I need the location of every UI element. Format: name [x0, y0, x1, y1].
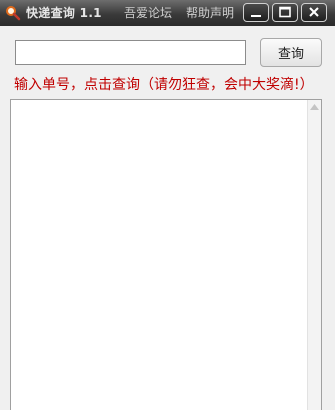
main-panel: 查询 输入单号，点击查询（请勿狂查，会中大奖滴!） — [0, 26, 335, 410]
tracking-number-input[interactable] — [15, 40, 246, 65]
close-button[interactable] — [301, 3, 327, 22]
query-button[interactable]: 查询 — [260, 38, 322, 67]
minimize-icon — [251, 15, 261, 17]
hint-text: 输入单号，点击查询（请勿狂查，会中大奖滴!） — [14, 77, 314, 93]
forum-link[interactable]: 吾爱论坛 — [124, 4, 172, 21]
help-link[interactable]: 帮助声明 — [186, 4, 234, 21]
minimize-button[interactable] — [243, 3, 269, 22]
magnifier-icon — [5, 5, 21, 21]
app-window: 快递查询 1.1 吾爱论坛 帮助声明 查询 输入单号，点击查询（请勿狂查，会中大… — [0, 0, 335, 410]
maximize-icon — [279, 6, 291, 18]
result-textarea[interactable] — [10, 99, 322, 410]
close-icon — [309, 7, 319, 17]
vertical-scrollbar[interactable] — [307, 100, 321, 410]
scroll-up-button[interactable] — [308, 100, 321, 114]
title-bar[interactable]: 快递查询 1.1 吾爱论坛 帮助声明 — [0, 0, 335, 26]
window-title: 快递查询 1.1 — [26, 6, 102, 20]
scroll-up-arrow-icon — [310, 104, 319, 110]
maximize-button[interactable] — [272, 3, 298, 22]
